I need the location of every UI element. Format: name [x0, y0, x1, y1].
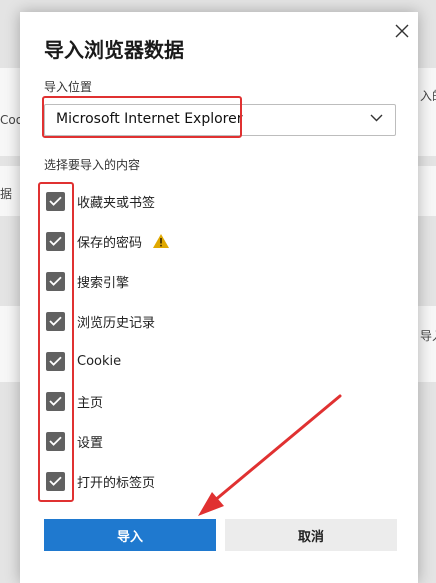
annotation-arrow-shaft: [212, 394, 342, 503]
annotation-arrow: [198, 394, 342, 516]
